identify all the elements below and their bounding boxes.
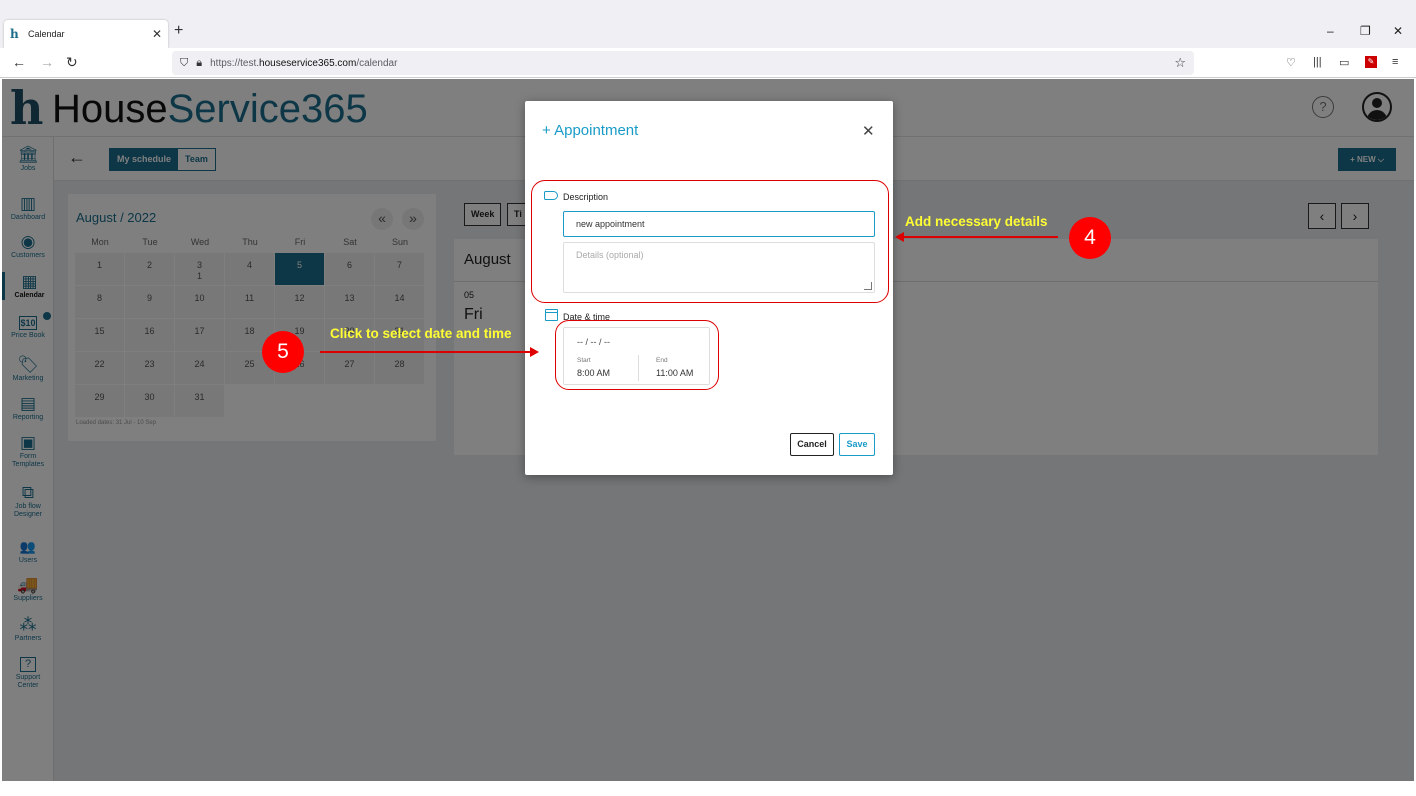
favicon-icon: h (10, 27, 19, 41)
cancel-button[interactable]: Cancel (790, 433, 834, 456)
bookmark-star-icon[interactable]: ☆ (1174, 55, 1186, 71)
browser-tab-bar: h Calendar ✕ + – ❐ ✕ (0, 16, 1416, 48)
new-tab-button[interactable]: + (174, 22, 183, 40)
extension-icon[interactable]: ✎ (1365, 56, 1377, 68)
browser-tab-calendar[interactable]: h Calendar ✕ (4, 20, 168, 48)
save-button[interactable]: Save (839, 433, 875, 456)
menu-icon[interactable]: ≡ (1392, 56, 1398, 68)
bottom-strip (0, 781, 1416, 796)
arrow-step4 (903, 236, 1058, 238)
pocket-icon[interactable]: ♡ (1286, 56, 1296, 69)
arrow-head-step5 (530, 347, 539, 357)
tab-close-icon[interactable]: ✕ (152, 27, 162, 41)
address-bar[interactable]: ⛉ 🔒︎ https://test. houseservice365.com/ca… (172, 51, 1194, 75)
url-host: houseservice365.com (259, 57, 357, 69)
step4-badge: 4 (1069, 217, 1111, 259)
back-icon[interactable]: ← (12, 54, 26, 70)
step4-callout: Add necessary details (905, 214, 1048, 229)
highlight-datetime (555, 320, 719, 390)
modal-title: + Appointment (542, 122, 639, 139)
restore-icon[interactable]: ❐ (1360, 24, 1371, 38)
window-close-icon[interactable]: ✕ (1393, 24, 1403, 38)
library-icon[interactable]: ||| (1313, 56, 1322, 68)
step5-badge: 5 (262, 331, 304, 373)
browser-nav-bar: ← → ↻ ⛉ 🔒︎ https://test. houseservice365.… (0, 48, 1416, 78)
url-path: /calendar (356, 57, 398, 69)
close-icon[interactable]: ✕ (862, 122, 875, 140)
lock-icon[interactable]: 🔒︎ (196, 57, 202, 70)
arrow-step5 (320, 351, 530, 353)
tab-title: Calendar (28, 29, 65, 39)
sidebar-toggle-icon[interactable]: ▭ (1339, 56, 1349, 69)
forward-icon[interactable]: → (40, 54, 54, 70)
step5-callout: Click to select date and time (330, 326, 512, 341)
minimize-icon[interactable]: – (1327, 24, 1334, 38)
url-scheme: https://test. (210, 57, 260, 69)
reload-icon[interactable]: ↻ (66, 54, 78, 71)
browser-top-strip (0, 0, 1416, 16)
highlight-description (531, 180, 889, 303)
shield-icon[interactable]: ⛉ (180, 57, 188, 70)
calendar-icon (545, 309, 558, 321)
